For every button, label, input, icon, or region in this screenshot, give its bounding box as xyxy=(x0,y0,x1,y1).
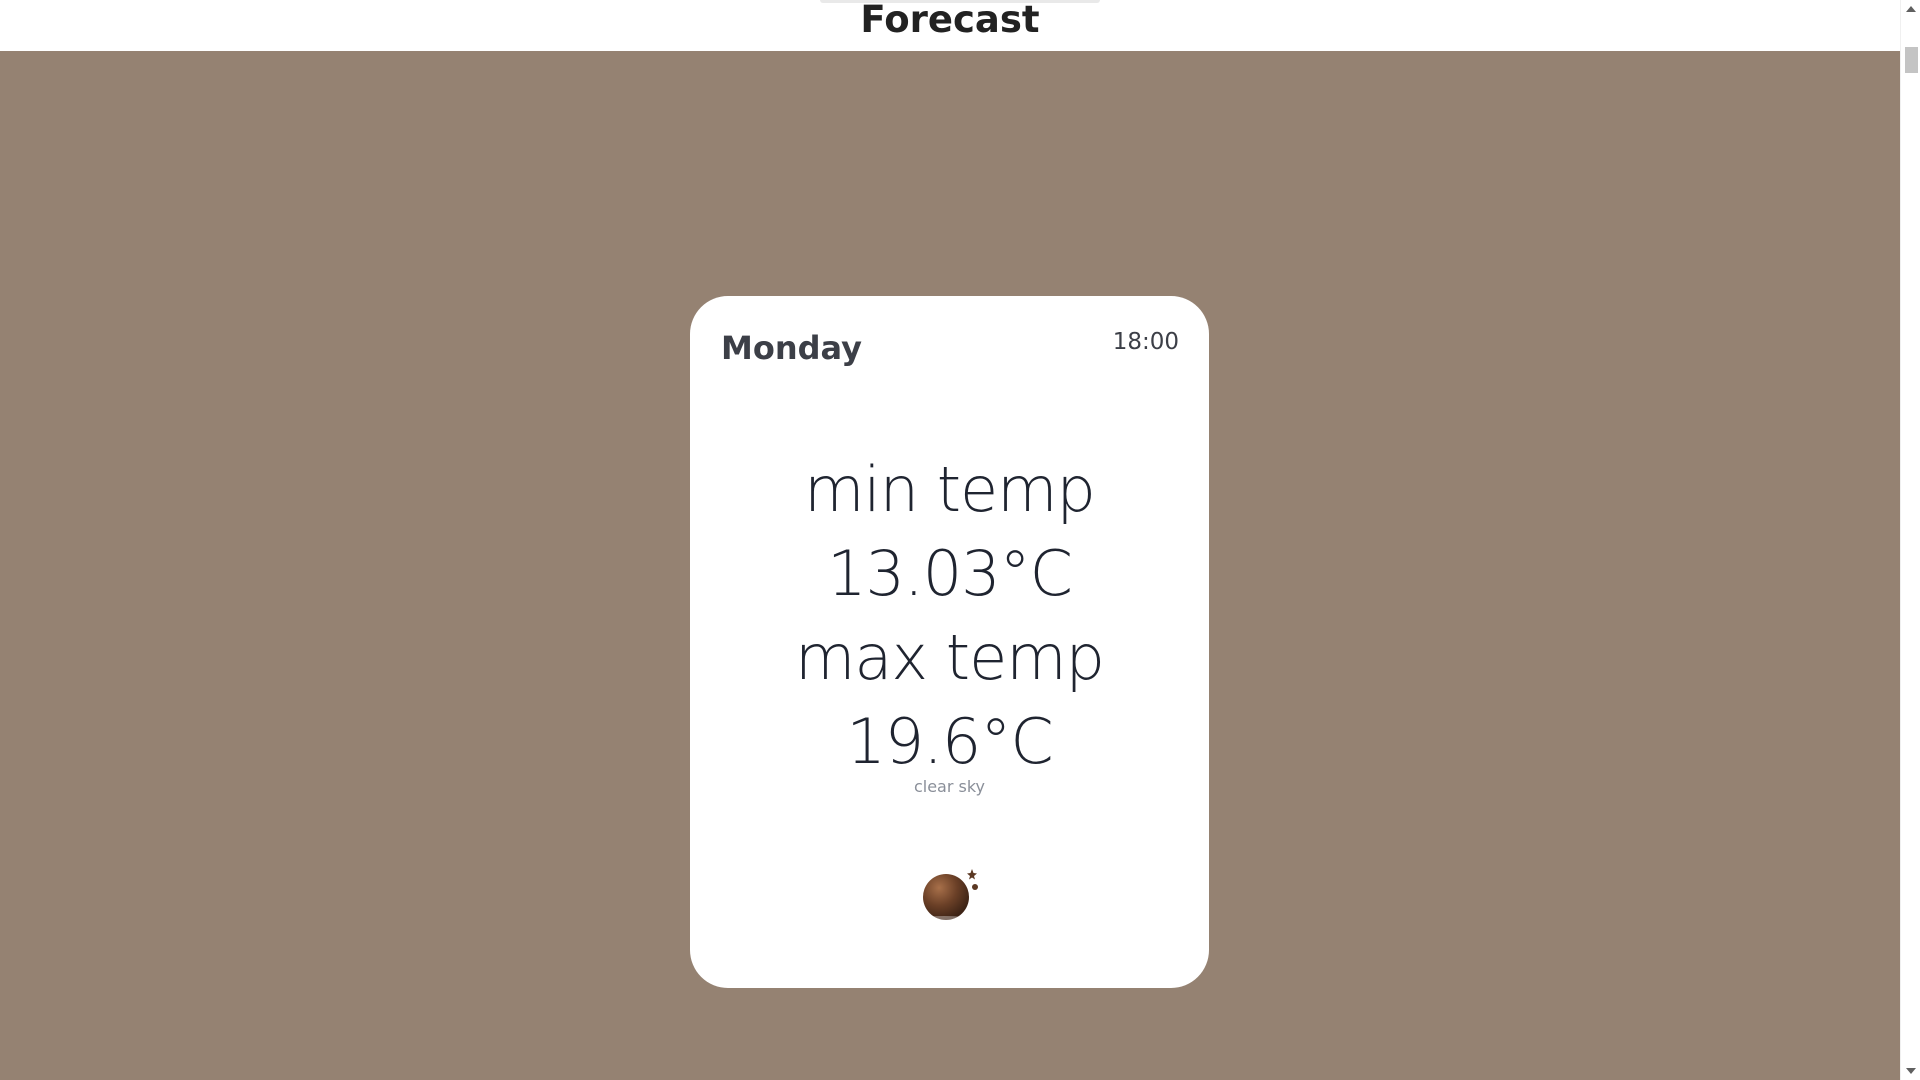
scrollbar-thumb[interactable] xyxy=(1905,47,1918,73)
scroll-down-arrow-icon[interactable] xyxy=(1906,1068,1916,1074)
clear-night-icon-svg xyxy=(923,869,978,920)
scroll-up-arrow-icon[interactable] xyxy=(1906,6,1916,12)
forecast-card: Monday 18:00 min temp 13.03°C max temp 1… xyxy=(690,296,1209,988)
forecast-day: Monday xyxy=(721,329,862,367)
page: Forecast Monday 18:00 min temp 13.03°C m… xyxy=(0,0,1920,1080)
temperature-block: min temp 13.03°C max temp 19.6°C xyxy=(690,448,1209,784)
min-temp-value: 13.03°C xyxy=(827,537,1073,610)
main-content: Monday 18:00 min temp 13.03°C max temp 1… xyxy=(0,51,1900,1080)
weather-condition: clear sky xyxy=(913,777,986,796)
max-temp-label: max temp xyxy=(795,621,1105,694)
page-title: Forecast xyxy=(860,0,1040,41)
min-temp-label: min temp xyxy=(804,453,1096,526)
max-temp-value: 19.6°C xyxy=(846,705,1053,778)
header-bar: Forecast xyxy=(0,0,1900,51)
vertical-scrollbar[interactable] xyxy=(1900,0,1920,1080)
forecast-time: 18:00 xyxy=(1112,329,1179,355)
clear-night-icon xyxy=(920,864,980,924)
